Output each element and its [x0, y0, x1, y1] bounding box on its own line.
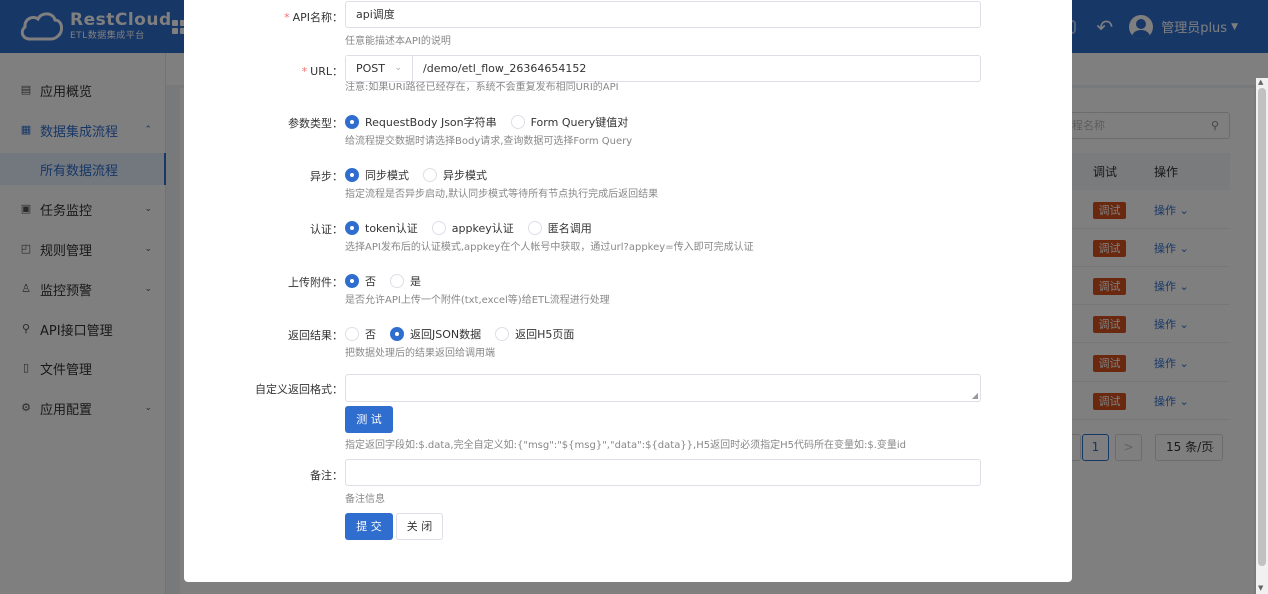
- radio-return-h5[interactable]: 返回H5页面: [495, 326, 574, 342]
- radio-label: 否: [365, 328, 376, 341]
- remark-hint: 备注信息: [345, 494, 385, 505]
- url-label: * URL：: [302, 63, 343, 79]
- return-result-hint: 把数据处理后的结果返回给调用端: [345, 348, 495, 359]
- radio-appkey-auth[interactable]: appkey认证: [431, 220, 514, 236]
- submit-button[interactable]: 提 交: [345, 513, 393, 540]
- radio-dot: [345, 168, 359, 182]
- resize-grip-icon[interactable]: ◢: [972, 392, 978, 400]
- radio-token-auth[interactable]: token认证: [345, 220, 418, 236]
- radio-dot: [390, 327, 404, 341]
- radio-dot: [510, 115, 525, 129]
- radio-anonymous[interactable]: 匿名调用: [527, 220, 592, 236]
- close-button[interactable]: 关 闭: [396, 513, 443, 540]
- radio-dot: [423, 168, 437, 182]
- url-hint: 注意:如果URI路径已经存在，系统不会重复发布相同URI的API: [345, 82, 619, 93]
- auth-radio-group: token认证 appkey认证 匿名调用: [345, 220, 606, 236]
- radio-dot: [527, 221, 542, 235]
- radio-label: 同步模式: [365, 169, 409, 182]
- radio-dot: [495, 327, 510, 341]
- page-scrollbar[interactable]: ▲ ▼: [1256, 78, 1268, 594]
- required-mark: *: [284, 11, 290, 24]
- remark-label: 备注：: [310, 469, 343, 482]
- api-name-input[interactable]: api调度: [345, 1, 981, 28]
- http-method-value: POST: [356, 62, 385, 75]
- upload-radio-group: 否 是: [345, 273, 435, 289]
- radio-dot: [345, 221, 359, 235]
- scroll-down-icon[interactable]: ▼: [1258, 584, 1263, 592]
- radio-form-query[interactable]: Form Query键值对: [510, 114, 629, 130]
- radio-label: 异步模式: [443, 169, 487, 182]
- radio-upload-yes[interactable]: 是: [390, 273, 421, 289]
- radio-label: 匿名调用: [547, 222, 592, 235]
- api-name-label: * API名称：: [284, 9, 343, 25]
- radio-sync-mode[interactable]: 同步模式: [345, 167, 409, 183]
- upload-hint: 是否允许API上传一个附件(txt,excel等)给ETL流程进行处理: [345, 295, 610, 306]
- async-radio-group: 同步模式 异步模式: [345, 167, 501, 183]
- auth-label: 认证：: [310, 223, 343, 236]
- radio-label: 是: [410, 275, 421, 288]
- radio-label: RequestBody Json字符串: [365, 116, 497, 129]
- radio-async-mode[interactable]: 异步模式: [423, 167, 487, 183]
- param-type-radio-group: RequestBody Json字符串 Form Query键值对: [345, 114, 642, 130]
- radio-label: 返回H5页面: [515, 328, 575, 341]
- radio-dot: [431, 221, 446, 235]
- remark-input[interactable]: [345, 459, 981, 486]
- required-mark: *: [301, 65, 308, 78]
- custom-format-label: 自定义返回格式：: [255, 383, 343, 396]
- radio-return-none[interactable]: 否: [345, 326, 376, 342]
- radio-label: 返回JSON数据: [410, 328, 482, 341]
- param-type-label: 参数类型：: [288, 117, 343, 130]
- radio-upload-no[interactable]: 否: [345, 273, 376, 289]
- custom-format-textarea[interactable]: ◢: [345, 374, 981, 402]
- return-result-label: 返回结果：: [288, 329, 343, 342]
- custom-format-hint: 指定返回字段如:$.data,完全自定义如:{"msg":"${msg}","d…: [345, 440, 907, 451]
- radio-label: token认证: [365, 222, 418, 235]
- async-label: 异步：: [310, 170, 343, 183]
- test-button[interactable]: 测 试: [345, 406, 393, 433]
- radio-dot: [345, 327, 359, 341]
- radio-request-body[interactable]: RequestBody Json字符串: [345, 114, 497, 130]
- param-type-hint: 给流程提交数据时请选择Body请求,查询数据可选择Form Query: [345, 136, 633, 147]
- scrollbar-thumb[interactable]: [1258, 88, 1266, 566]
- radio-label: Form Query键值对: [530, 116, 629, 129]
- url-label-text: URL：: [310, 65, 343, 78]
- radio-dot: [345, 115, 359, 129]
- api-name-hint: 任意能描述本API的说明: [345, 36, 451, 47]
- scroll-up-icon[interactable]: ▲: [1258, 78, 1263, 86]
- async-hint: 指定流程是否异步启动,默认同步模式等待所有节点执行完成后返回结果: [345, 189, 659, 200]
- api-name-label-text: API名称：: [292, 11, 343, 24]
- radio-return-json[interactable]: 返回JSON数据: [390, 326, 481, 342]
- radio-dot: [390, 274, 404, 288]
- radio-label: 否: [365, 275, 376, 288]
- radio-label: appkey认证: [451, 222, 514, 235]
- publish-api-dialog: * API名称： api调度 任意能描述本API的说明 * URL： POST ⌄ …: [184, 0, 1072, 582]
- radio-dot: [345, 274, 359, 288]
- return-result-radio-group: 否 返回JSON数据 返回H5页面: [345, 326, 588, 342]
- auth-hint: 选择API发布后的认证模式,appkey在个人帐号中获取，通过url?appke…: [345, 242, 754, 253]
- upload-label: 上传附件：: [288, 276, 343, 289]
